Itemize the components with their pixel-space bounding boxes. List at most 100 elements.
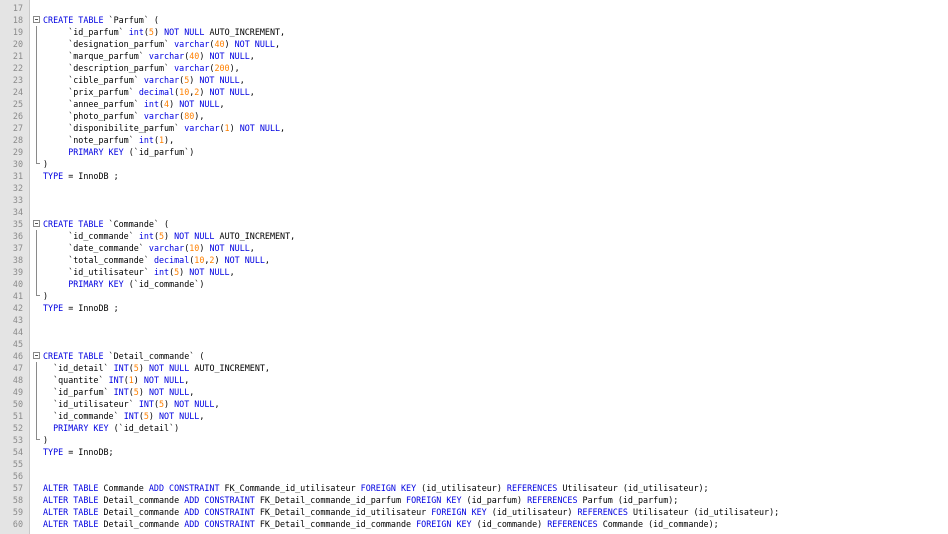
code-line[interactable]: 32 [0,182,948,194]
code-line[interactable]: 24 `prix_parfum` decimal(10,2) NOT NULL, [0,86,948,98]
fold-guide-line [36,98,37,110]
sql-text: ) [164,399,175,409]
code-line[interactable]: 52 PRIMARY KEY (`id_detail`) [0,422,948,434]
code-text: `id_parfum` INT(5) NOT NULL, [43,386,194,398]
code-text: `id_commande` INT(5) NOT NULL, [43,410,204,422]
code-line[interactable]: 41) [0,290,948,302]
sql-text: , [239,75,245,85]
fold-end-marker [36,290,40,296]
code-line[interactable]: 20 `designation_parfum` varchar(40) NOT … [0,38,948,50]
sql-number: 40 [189,51,200,61]
sql-text: Commande (id_commande); [597,519,719,529]
sql-keyword: PRIMARY KEY [53,423,109,433]
code-line[interactable]: 45 [0,338,948,350]
fold-guide-line [36,134,37,146]
fold-toggle-icon[interactable] [33,16,40,23]
code-text: ALTER TABLE Commande ADD CONSTRAINT FK_C… [43,482,709,494]
line-number: 26 [12,111,23,121]
code-line[interactable]: 40 PRIMARY KEY (`id_commande`) [0,278,948,290]
code-line[interactable]: 44 [0,326,948,338]
code-line[interactable]: 47 `id_detail` INT(5) NOT NULL AUTO_INCR… [0,362,948,374]
code-line[interactable]: 55 [0,458,948,470]
code-line[interactable]: 22 `description_parfum` varchar(200), [0,62,948,74]
line-number: 20 [12,39,23,49]
code-line[interactable]: 17 [0,2,948,14]
sql-keyword: ADD CONSTRAINT [184,519,255,529]
code-line[interactable]: 42 TYPE = InnoDB ; [0,302,948,314]
code-line[interactable]: 60 ALTER TABLE Detail_commande ADD CONSTR… [0,518,948,530]
line-number: 53 [12,435,23,445]
code-text: ) [43,434,48,446]
code-line[interactable]: 31 TYPE = InnoDB ; [0,170,948,182]
line-number: 56 [12,471,23,481]
sql-text: ) [169,99,180,109]
code-line[interactable]: 56 [0,470,948,482]
sql-text: ) [43,435,49,445]
code-line[interactable]: 49 `id_parfum` INT(5) NOT NULL, [0,386,948,398]
code-line[interactable]: 59 ALTER TABLE Detail_commande ADD CONSTR… [0,506,948,518]
fold-toggle-icon[interactable] [33,352,40,359]
sql-text: FK_Detail_commande_id_utilisateur [254,507,432,517]
sql-text: ) [229,123,240,133]
code-line[interactable]: 46 CREATE TABLE `Detail_commande` ( [0,350,948,362]
code-line[interactable]: 33 [0,194,948,206]
code-line[interactable]: 38 `total_commande` decimal(10,2) NOT NU… [0,254,948,266]
code-line[interactable]: 36 `id_commande` int(5) NOT NULL AUTO_IN… [0,230,948,242]
code-line[interactable]: 18 CREATE TABLE `Parfum` ( [0,14,948,26]
code-line[interactable]: 26 `photo_parfum` varchar(80), [0,110,948,122]
code-line[interactable]: 25 `annee_parfum` int(4) NOT NULL, [0,98,948,110]
sql-text: ), [164,135,175,145]
line-number: 55 [12,459,23,469]
code-line[interactable]: 19 `id_parfum` int(5) NOT NULL AUTO_INCR… [0,26,948,38]
line-number: 46 [12,351,23,361]
code-editor[interactable]: 17 18 CREATE TABLE `Parfum` (19 `id_parfum… [0,0,948,534]
code-line[interactable]: 48 `quantite` INT(1) NOT NULL, [0,374,948,386]
fold-end-marker [36,434,40,440]
code-line[interactable]: 50 `id_utilisateur` INT(5) NOT NULL, [0,398,948,410]
code-line[interactable]: 21 `marque_parfum` varchar(40) NOT NULL, [0,50,948,62]
code-line[interactable]: 29 PRIMARY KEY (`id_parfum`) [0,146,948,158]
code-area[interactable]: 17 18 CREATE TABLE `Parfum` (19 `id_parfum… [0,2,948,530]
sql-text: `note_parfum` [68,135,139,145]
code-line[interactable]: 30) [0,158,948,170]
code-line[interactable]: 54 TYPE = InnoDB; [0,446,948,458]
code-line[interactable]: 35 CREATE TABLE `Commande` ( [0,218,948,230]
fold-guide-line [36,122,37,134]
code-line[interactable]: 58 ALTER TABLE Detail_commande ADD CONSTR… [0,494,948,506]
fold-guide-line [36,410,37,422]
code-line[interactable]: 23 `cible_parfum` varchar(5) NOT NULL, [0,74,948,86]
code-line[interactable]: 51 `id_commande` INT(5) NOT NULL, [0,410,948,422]
code-line[interactable]: 39 `id_utilisateur` int(5) NOT NULL, [0,266,948,278]
fold-toggle-icon[interactable] [33,220,40,227]
line-number: 25 [12,99,23,109]
code-text: TYPE = InnoDB ; [43,302,119,314]
sql-keyword: NOT NULL [224,255,265,265]
code-line[interactable]: 34 [0,206,948,218]
code-line[interactable]: 53) [0,434,948,446]
sql-text: `id_commande` [68,231,139,241]
code-line[interactable]: 43 [0,314,948,326]
fold-guide-line [36,254,37,266]
sql-text: ) [43,159,49,169]
code-line[interactable]: 57 ALTER TABLE Commande ADD CONSTRAINT FK… [0,482,948,494]
code-line[interactable]: 27 `disponibilite_parfum` varchar(1) NOT… [0,122,948,134]
code-text: `total_commande` decimal(10,2) NOT NULL, [43,254,270,266]
code-line[interactable]: 37 `date_commande` varchar(10) NOT NULL, [0,242,948,254]
sql-text: , [219,99,225,109]
fold-guide-line [36,146,37,158]
sql-text: , [249,51,255,61]
code-line[interactable]: 28 `note_parfum` int(1), [0,134,948,146]
sql-keyword: int [138,135,154,145]
sql-keyword: NOT NULL [209,243,250,253]
sql-keyword: NOT NULL [179,99,220,109]
sql-text: `date_commande` [68,243,149,253]
sql-text: ) [189,75,200,85]
sql-text: Utilisateur (id_utilisateur); [627,507,780,517]
